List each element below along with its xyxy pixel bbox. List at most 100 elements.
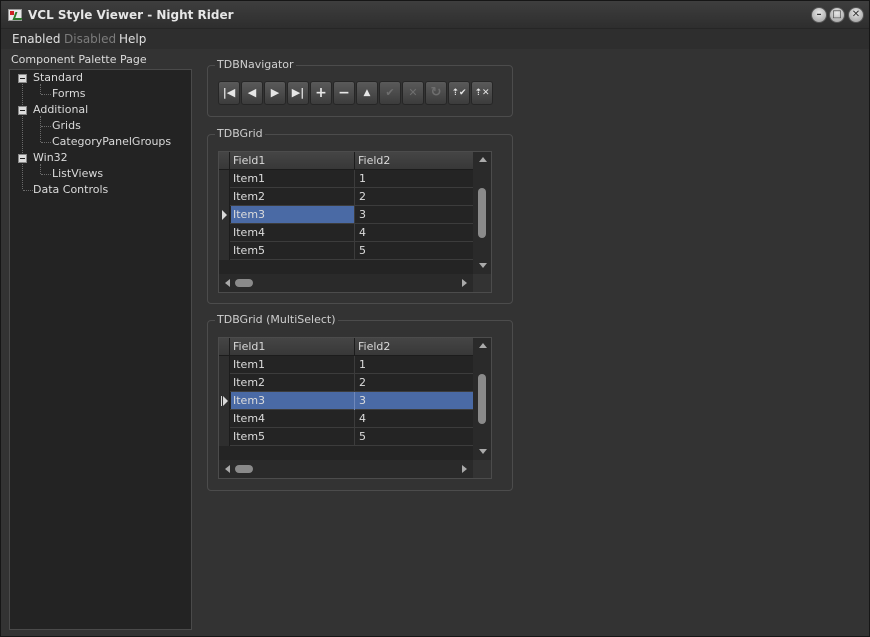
cell-field1[interactable]: Item1 [233, 358, 265, 371]
title-bar[interactable]: VCL Style Viewer - Night Rider – □ ✕ [1, 1, 869, 29]
cell-field1[interactable]: Item1 [233, 172, 265, 185]
horizontal-scrollbar[interactable] [219, 274, 473, 292]
table-row[interactable]: Item1 1 [219, 356, 473, 374]
tree-node-additional[interactable]: Additional [33, 103, 88, 116]
scroll-thumb[interactable] [478, 188, 486, 238]
nav-edit-button[interactable]: ▲ [356, 81, 378, 105]
nav-cancel-updates-button[interactable]: ⇡✕ [471, 81, 493, 105]
cell-field2[interactable]: 5 [359, 430, 366, 443]
component-tree[interactable]: Standard Forms Additional Grids Category… [9, 69, 192, 630]
table-row[interactable]: Item2 2 [219, 374, 473, 392]
tree-line [41, 126, 51, 127]
table-row[interactable]: Item1 1 [219, 170, 473, 188]
scroll-right-icon[interactable] [462, 465, 467, 473]
palette-label: Component Palette Page [11, 53, 147, 66]
cell-field1[interactable]: Item3 [233, 394, 265, 407]
menu-help[interactable]: Help [119, 32, 146, 46]
current-row-arrow-icon [222, 210, 227, 220]
menu-disabled[interactable]: Disabled [64, 32, 116, 46]
cell-field1[interactable]: Item4 [233, 412, 265, 425]
row-indicator [219, 428, 230, 446]
main-window: VCL Style Viewer - Night Rider – □ ✕ Ena… [0, 0, 870, 637]
nav-insert-button[interactable]: + [310, 81, 332, 105]
horizontal-scrollbar[interactable] [219, 460, 473, 478]
nav-prior-button[interactable]: ◀ [241, 81, 263, 105]
cell-field1[interactable]: Item3 [233, 208, 265, 221]
cell-field2[interactable]: 4 [359, 226, 366, 239]
nav-apply-updates-button[interactable]: ⇡✔ [448, 81, 470, 105]
scroll-thumb[interactable] [235, 279, 253, 287]
scroll-left-icon[interactable] [225, 465, 230, 473]
column-header-field2[interactable]: Field2 [358, 154, 390, 167]
nav-next-button[interactable]: ▶ [264, 81, 286, 105]
tree-node-categorypanelgroups[interactable]: CategoryPanelGroups [52, 135, 171, 148]
column-header-field1[interactable]: Field1 [233, 340, 265, 353]
table-row[interactable]: Item4 4 [219, 224, 473, 242]
tree-node-standard[interactable]: Standard [33, 71, 83, 84]
scroll-down-icon[interactable] [479, 263, 487, 268]
table-row-selected[interactable]: Item3 3 [219, 206, 473, 224]
cell-field1[interactable]: Item2 [233, 190, 265, 203]
menu-enabled[interactable]: Enabled [12, 32, 61, 46]
nav-refresh-button[interactable]: ↻ [425, 81, 447, 105]
cell-field2[interactable]: 2 [359, 190, 366, 203]
cell-field1[interactable]: Item4 [233, 226, 265, 239]
vertical-scrollbar[interactable] [473, 152, 491, 274]
cell-field2[interactable]: 4 [359, 412, 366, 425]
nav-cancel-button[interactable]: ✕ [402, 81, 424, 105]
cell-separator [354, 374, 355, 392]
nav-last-button[interactable]: ▶| [287, 81, 309, 105]
cell-separator [354, 410, 355, 428]
nav-delete-button[interactable]: − [333, 81, 355, 105]
dbgrid[interactable]: Field1 Field2 Item1 1 Item2 2 Item3 3 It… [218, 151, 492, 293]
cell-field2[interactable]: 1 [359, 358, 366, 371]
vertical-scrollbar[interactable] [473, 338, 491, 460]
cell-field2[interactable]: 1 [359, 172, 366, 185]
dbgrid-multiselect[interactable]: Field1 Field2 Item1 1 Item2 2 Item3 3 It… [218, 337, 492, 479]
nav-post-button[interactable]: ✔ [379, 81, 401, 105]
tree-line [40, 164, 41, 174]
cell-field1[interactable]: Item5 [233, 430, 265, 443]
scroll-thumb[interactable] [235, 465, 253, 473]
tree-line [41, 94, 51, 95]
row-indicator [219, 356, 230, 374]
scroll-right-icon[interactable] [462, 279, 467, 287]
tree-node-data-controls[interactable]: Data Controls [33, 183, 108, 196]
cell-separator [354, 392, 355, 410]
cell-field2[interactable]: 2 [359, 376, 366, 389]
cell-field2[interactable]: 3 [359, 208, 366, 221]
row-indicator [219, 392, 230, 410]
collapse-icon[interactable] [18, 154, 27, 163]
table-row[interactable]: Item5 5 [219, 428, 473, 446]
table-row[interactable]: Item5 5 [219, 242, 473, 260]
table-row-selected[interactable]: Item3 3 [219, 392, 473, 410]
close-button[interactable]: ✕ [848, 7, 864, 23]
table-row[interactable]: Item2 2 [219, 188, 473, 206]
table-row[interactable]: Item4 4 [219, 410, 473, 428]
row-indicator [219, 188, 230, 206]
tree-node-listviews[interactable]: ListViews [52, 167, 103, 180]
collapse-icon[interactable] [18, 106, 27, 115]
tree-node-grids[interactable]: Grids [52, 119, 81, 132]
cell-field2[interactable]: 3 [359, 394, 366, 407]
cell-field2[interactable]: 5 [359, 244, 366, 257]
tree-node-forms[interactable]: Forms [52, 87, 85, 100]
column-header-field1[interactable]: Field1 [233, 154, 265, 167]
nav-first-button[interactable]: |◀ [218, 81, 240, 105]
scroll-left-icon[interactable] [225, 279, 230, 287]
scroll-up-icon[interactable] [479, 343, 487, 348]
tree-node-win32[interactable]: Win32 [33, 151, 68, 164]
cell-field1[interactable]: Item2 [233, 376, 265, 389]
row-indicator [219, 224, 230, 242]
scroll-thumb[interactable] [478, 374, 486, 424]
cell-separator [354, 188, 355, 206]
minimize-button[interactable]: – [811, 7, 827, 23]
cell-separator [354, 356, 355, 374]
scroll-down-icon[interactable] [479, 449, 487, 454]
dbgrid-multi-group-title: TDBGrid (MultiSelect) [215, 313, 338, 326]
maximize-button[interactable]: □ [829, 7, 845, 23]
cell-field1[interactable]: Item5 [233, 244, 265, 257]
scroll-up-icon[interactable] [479, 157, 487, 162]
collapse-icon[interactable] [18, 74, 27, 83]
column-header-field2[interactable]: Field2 [358, 340, 390, 353]
